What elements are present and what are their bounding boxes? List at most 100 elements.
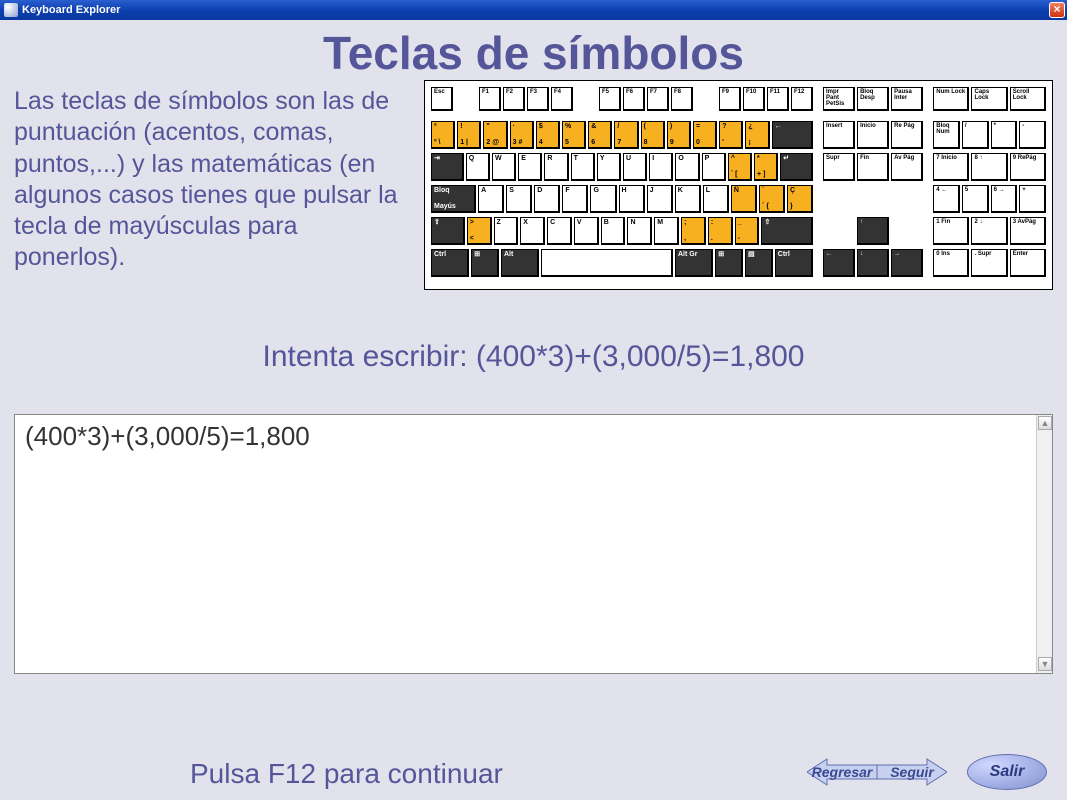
key-: :.: [708, 217, 733, 245]
next-button[interactable]: Seguir: [877, 757, 947, 787]
key-: ><: [467, 217, 492, 245]
key-m: M: [654, 217, 679, 245]
key-bloqdesp: Bloq Desp: [857, 87, 889, 111]
key-h: H: [619, 185, 645, 213]
key-f8: F8: [671, 87, 693, 111]
key-a: A: [478, 185, 504, 213]
key-fin: Fin: [857, 153, 889, 181]
key-n: N: [627, 217, 652, 245]
key-ctrl: Ctrl: [775, 249, 813, 277]
key-scrolllock: Scroll Lock: [1010, 87, 1046, 111]
key-: Ç}: [787, 185, 813, 213]
key-: ⇥: [431, 153, 464, 181]
key-: ?': [719, 121, 743, 149]
key-: ·3 #: [510, 121, 534, 149]
key-f11: F11: [767, 87, 789, 111]
key-l: L: [703, 185, 729, 213]
key-supr: . Supr: [971, 249, 1007, 277]
key-numlock: Num Lock: [933, 87, 969, 111]
key-t: T: [571, 153, 595, 181]
key-3avpg: 3 AvPág: [1010, 217, 1046, 245]
exit-button-label: Salir: [990, 763, 1025, 781]
key-bloqnum: Bloq Num: [933, 121, 960, 149]
key-inicio: Inicio: [857, 121, 889, 149]
key-: +: [1019, 185, 1046, 213]
key-8: 8 ↑: [971, 153, 1007, 181]
key-: &6: [588, 121, 612, 149]
scroll-up-icon[interactable]: ▲: [1038, 416, 1052, 430]
key-avpg: Av Pág: [891, 153, 923, 181]
key-supr: Supr: [823, 153, 855, 181]
key-imprpantpetsis: Impr Pant PetSis: [823, 87, 855, 111]
key-c: C: [547, 217, 572, 245]
key-u: U: [623, 153, 647, 181]
back-button[interactable]: Regresar: [807, 757, 877, 787]
key-: ⊞: [471, 249, 499, 277]
key-: ªº \: [431, 121, 455, 149]
key-: (8: [641, 121, 665, 149]
key-b: B: [601, 217, 626, 245]
key-pausainter: Pausa Inter: [891, 87, 923, 111]
key-: %5: [562, 121, 586, 149]
key-: ←: [772, 121, 813, 149]
key-: *: [991, 121, 1018, 149]
key-r: R: [544, 153, 568, 181]
key-5: 5: [962, 185, 989, 213]
app-icon: [4, 3, 18, 17]
keyboard-diagram: EscF1F2F3F4F5F6F7F8F9F10F11F12 ªº \!1 |"…: [424, 80, 1053, 290]
key-ctrl: Ctrl: [431, 249, 469, 277]
key-alt: Alt: [501, 249, 539, 277]
key-: /7: [614, 121, 638, 149]
exit-button[interactable]: Salir: [967, 754, 1047, 790]
key-: ;,: [681, 217, 706, 245]
key-: ↵: [780, 153, 813, 181]
key-insert: Insert: [823, 121, 855, 149]
key-: *+ ]: [754, 153, 778, 181]
prompt-text: Intenta escribir: (400*3)+(3,000/5)=1,80…: [0, 340, 1067, 374]
key-f9: F9: [719, 87, 741, 111]
key-enter: Enter: [1010, 249, 1046, 277]
key-altgr: Alt Gr: [675, 249, 713, 277]
key-0ins: 0 Ins: [933, 249, 969, 277]
key-d: D: [534, 185, 560, 213]
key-: ↑: [857, 217, 889, 245]
close-button[interactable]: ×: [1049, 2, 1065, 18]
key-: ^` [: [728, 153, 752, 181]
key-x: X: [520, 217, 545, 245]
key-: ⊞: [715, 249, 743, 277]
next-button-label: Seguir: [890, 764, 934, 780]
key-q: Q: [466, 153, 490, 181]
key-: /: [962, 121, 989, 149]
key-f1: F1: [479, 87, 501, 111]
key-4: 4 ←: [933, 185, 960, 213]
typing-input[interactable]: (400*3)+(3,000/5)=1,800 ▲ ▼: [14, 414, 1053, 674]
key-f: F: [562, 185, 588, 213]
key-2: 2 ↓: [971, 217, 1007, 245]
window-title: Keyboard Explorer: [22, 4, 120, 16]
key-: "2 @: [483, 121, 507, 149]
key-7inicio: 7 Inicio: [933, 153, 969, 181]
key-g: G: [590, 185, 616, 213]
key-s: S: [506, 185, 532, 213]
key-: ⇧: [761, 217, 813, 245]
key-e: E: [518, 153, 542, 181]
key-f12: F12: [791, 87, 813, 111]
scroll-down-icon[interactable]: ▼: [1038, 657, 1052, 671]
key-: ⇧: [431, 217, 465, 245]
scrollbar[interactable]: ▲ ▼: [1036, 415, 1052, 673]
key-: Ñ: [731, 185, 757, 213]
key-f4: F4: [551, 87, 573, 111]
key-j: J: [647, 185, 673, 213]
key-: )9: [667, 121, 691, 149]
key-f6: F6: [623, 87, 645, 111]
key-i: I: [649, 153, 673, 181]
continue-hint: Pulsa F12 para continuar: [190, 758, 503, 790]
key-bloq: BloqMayús: [431, 185, 476, 213]
key-: ¿¡: [745, 121, 769, 149]
key-repg: Re Pág: [891, 121, 923, 149]
key-: -: [1019, 121, 1046, 149]
key-k: K: [675, 185, 701, 213]
key-z: Z: [494, 217, 519, 245]
key-: $4: [536, 121, 560, 149]
key-: ¨´ {: [759, 185, 785, 213]
